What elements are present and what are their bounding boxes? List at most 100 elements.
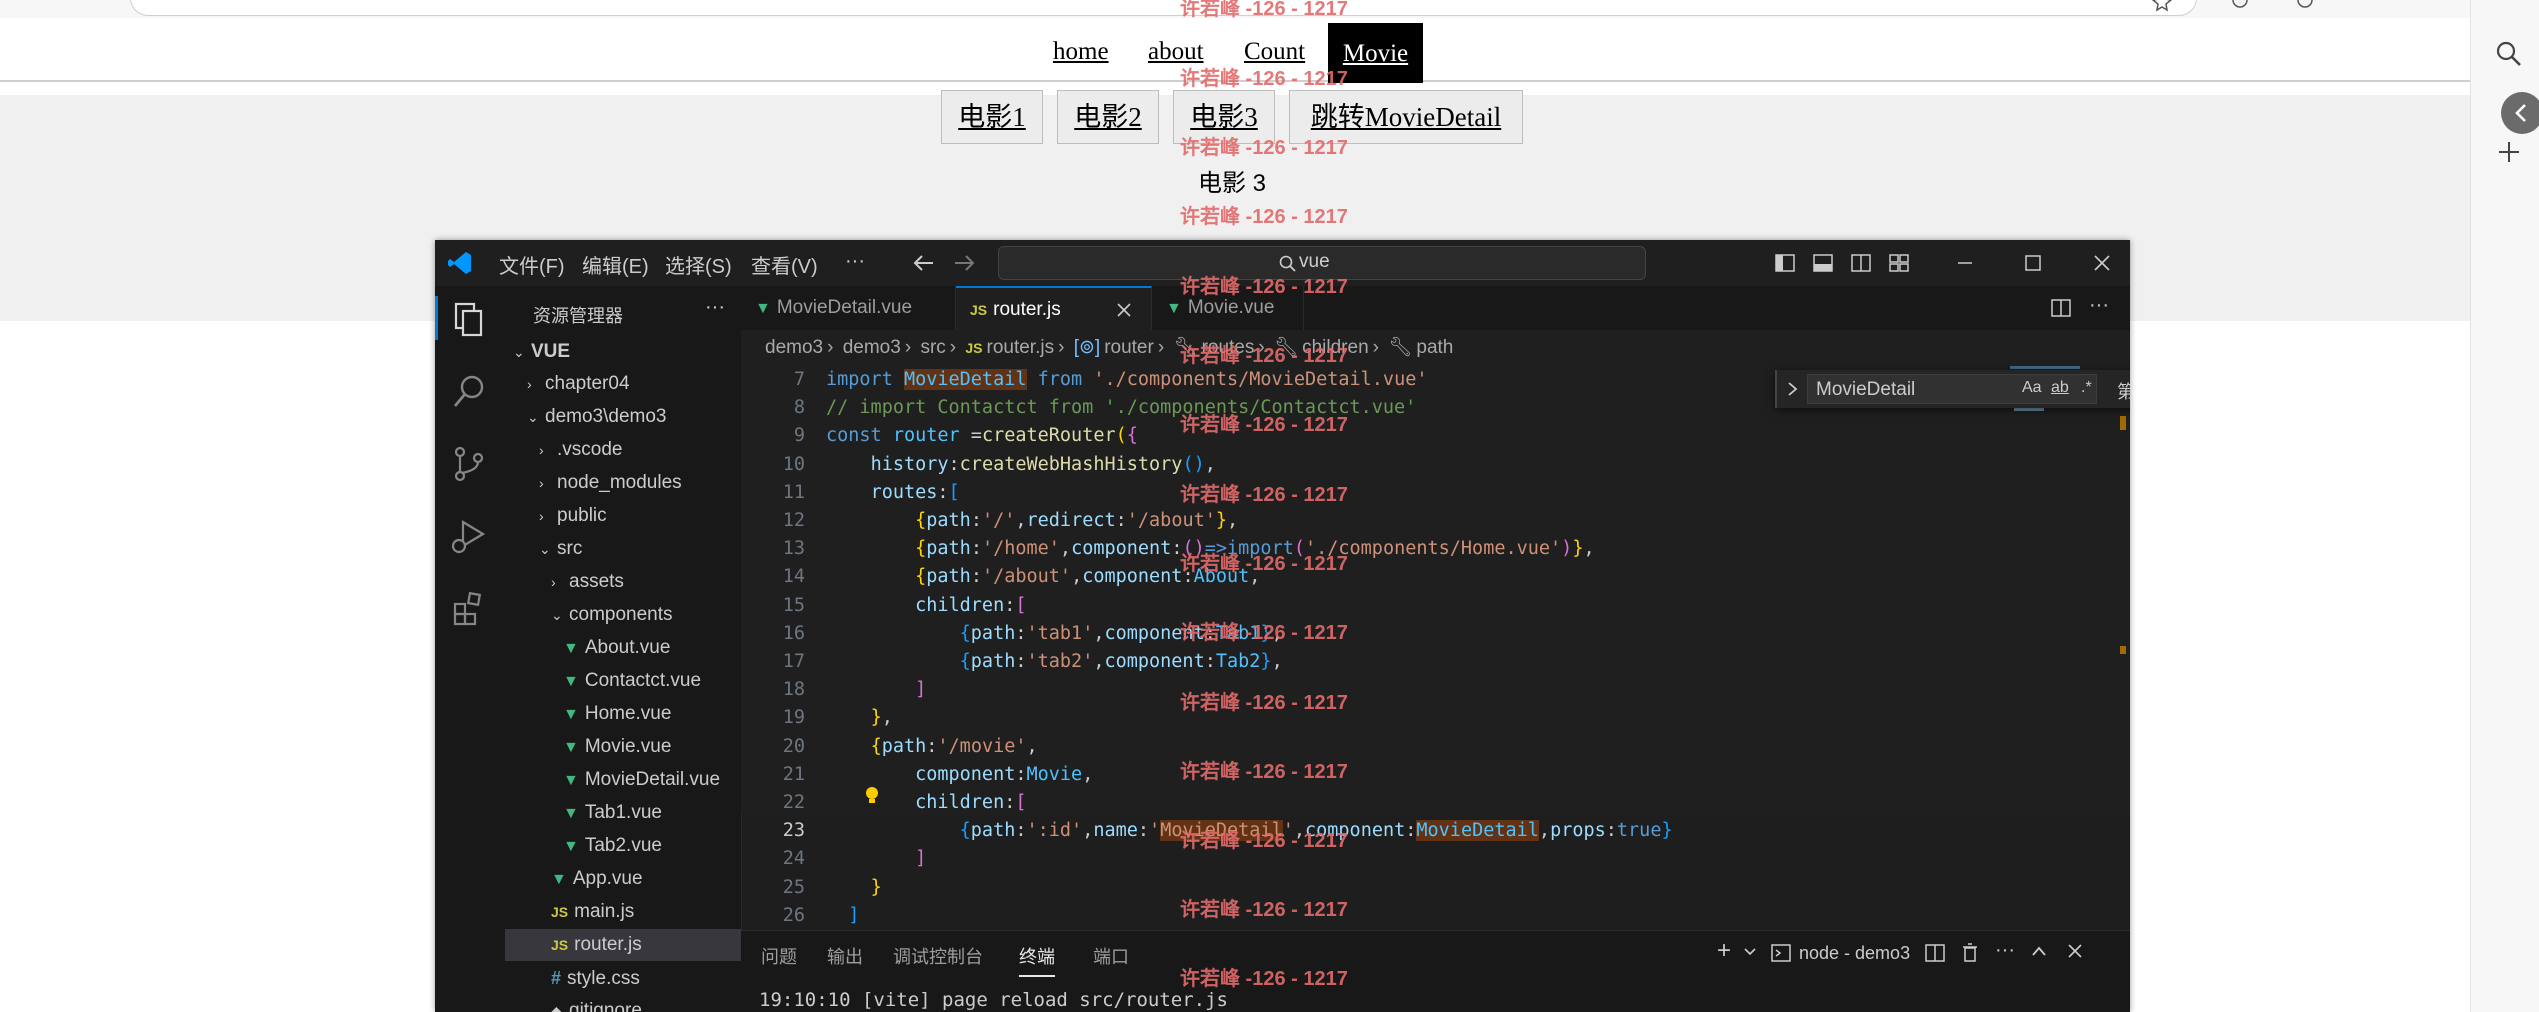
- tree-item[interactable]: ▼ About.vue: [505, 632, 741, 664]
- collapse-sidebar-button[interactable]: [2501, 92, 2539, 134]
- tree-item[interactable]: ▼ Home.vue: [505, 698, 741, 730]
- maximize-icon[interactable]: [2023, 254, 2043, 272]
- breadcrumb-item[interactable]: src: [920, 337, 945, 358]
- match-case-toggle[interactable]: Aa: [2022, 379, 2042, 397]
- tree-item[interactable]: › chapter04: [505, 368, 741, 400]
- tree-item[interactable]: ▼ MovieDetail.vue: [505, 764, 741, 796]
- explorer-icon[interactable]: [447, 298, 491, 342]
- menu-edit[interactable]: 编辑(E): [582, 250, 649, 279]
- tree-item[interactable]: JS router.js: [505, 929, 741, 961]
- chevron-down-icon[interactable]: [1743, 947, 1757, 957]
- tree-item[interactable]: ▼ Tab2.vue: [505, 830, 741, 862]
- line-number: 25: [782, 876, 805, 898]
- source-control-icon[interactable]: [447, 442, 491, 486]
- breadcrumb-item[interactable]: demo3: [843, 337, 901, 358]
- menu-view[interactable]: 查看(V): [751, 250, 818, 279]
- breadcrumb-item[interactable]: path: [1416, 337, 1453, 358]
- code-line: 21 component:Movie,: [741, 761, 2130, 789]
- tree-item[interactable]: ▼ Contactct.vue: [505, 665, 741, 697]
- settings-icon[interactable]: [2295, 0, 2315, 12]
- address-bar[interactable]: [130, 0, 2197, 16]
- panel-tab-problems[interactable]: 问题: [761, 943, 797, 969]
- tree-item[interactable]: › public: [505, 500, 741, 532]
- tree-item-label: demo3\demo3: [545, 406, 667, 427]
- whole-word-toggle[interactable]: ab: [2051, 379, 2069, 397]
- star-icon[interactable]: [2152, 0, 2172, 12]
- code-editor[interactable]: 7 import MovieDetail from './components/M…: [741, 366, 2130, 926]
- forward-arrow-icon[interactable]: [953, 254, 975, 272]
- tree-item[interactable]: ▼ App.vue: [505, 863, 741, 895]
- tree-item[interactable]: # style.css: [505, 962, 741, 994]
- movie-button-1[interactable]: 电影1: [941, 90, 1043, 144]
- trash-icon[interactable]: [1961, 943, 1979, 963]
- tree-item[interactable]: ⌄ demo3\demo3: [505, 401, 741, 433]
- split-editor-icon[interactable]: [2051, 299, 2071, 317]
- extensions-icon[interactable]: [447, 586, 491, 630]
- tree-item[interactable]: ⌄ src: [505, 533, 741, 565]
- tree-item-label: App.vue: [572, 868, 643, 889]
- chevron-up-icon[interactable]: [2031, 945, 2047, 957]
- split-terminal-icon[interactable]: [1925, 944, 1945, 962]
- terminal-icon: [1771, 944, 1791, 962]
- plus-icon[interactable]: [2497, 140, 2521, 164]
- explorer-more-button[interactable]: ···: [705, 296, 725, 319]
- close-icon[interactable]: [2092, 254, 2112, 272]
- terminal-name[interactable]: node - demo3: [1799, 943, 1910, 964]
- close-icon[interactable]: [2067, 943, 2083, 959]
- close-tab-icon[interactable]: [1116, 302, 1132, 318]
- chevron-right-icon: ›: [551, 574, 556, 590]
- lightbulb-icon[interactable]: [863, 785, 881, 805]
- minimize-icon[interactable]: [1955, 254, 1975, 272]
- nav-link-home[interactable]: home: [1053, 38, 1109, 66]
- toggle-panel-icon[interactable]: [1813, 254, 1833, 272]
- tree-item[interactable]: › assets: [505, 566, 741, 598]
- chevron-right-icon: ›: [539, 475, 544, 491]
- tree-item[interactable]: ◆ gitignore: [505, 995, 741, 1012]
- tree-item[interactable]: JS main.js: [505, 896, 741, 928]
- menu-selection[interactable]: 选择(S): [665, 250, 732, 279]
- vue-file-icon: ▼: [563, 805, 579, 822]
- tree-item-label: .vscode: [557, 439, 623, 460]
- vue-file-icon: ▼: [563, 706, 579, 723]
- editor-more-button[interactable]: ···: [2089, 294, 2109, 317]
- js-file-icon: JS: [551, 904, 569, 920]
- customize-layout-icon[interactable]: [1889, 254, 1909, 272]
- breadcrumb: demo3 › demo3 › src › JS router.js › [⊚] route…: [741, 330, 2130, 366]
- movie-button-2[interactable]: 电影2: [1057, 90, 1159, 144]
- menu-file[interactable]: 文件(F): [499, 250, 565, 279]
- tab-router-js[interactable]: JS router.js: [956, 286, 1152, 330]
- menu-more[interactable]: ···: [845, 250, 865, 273]
- tab-moviedetail-vue[interactable]: ▼ MovieDetail.vue: [741, 286, 956, 330]
- tree-item[interactable]: ▼ Tab1.vue: [505, 797, 741, 829]
- panel-more-button[interactable]: ···: [1995, 939, 2015, 962]
- panel-tab-terminal[interactable]: 终端: [1019, 943, 1055, 977]
- extensions-icon[interactable]: [2230, 0, 2250, 12]
- toggle-secondary-sidebar-icon[interactable]: [1851, 254, 1871, 272]
- code-line: 17 {path:'tab2',component:Tab2},: [741, 648, 2130, 676]
- search-icon[interactable]: [2495, 40, 2523, 68]
- tree-item[interactable]: › .vscode: [505, 434, 741, 466]
- run-debug-icon[interactable]: [447, 514, 491, 558]
- back-arrow-icon[interactable]: [913, 254, 935, 272]
- tree-item[interactable]: › node_modules: [505, 467, 741, 499]
- breadcrumb-item[interactable]: demo3: [741, 337, 823, 358]
- toggle-primary-sidebar-icon[interactable]: [1775, 254, 1795, 272]
- breadcrumb-item[interactable]: router.js: [987, 337, 1055, 358]
- new-terminal-icon[interactable]: +: [1717, 937, 1731, 965]
- workspace-root[interactable]: ⌄ VUE: [505, 336, 741, 368]
- tree-item[interactable]: ⌄ components: [505, 599, 741, 631]
- search-icon[interactable]: [447, 370, 491, 414]
- breadcrumb-item[interactable]: router: [1104, 337, 1154, 358]
- panel-tab-ports[interactable]: 端口: [1093, 943, 1129, 969]
- panel-tab-output[interactable]: 输出: [827, 943, 863, 969]
- regex-toggle[interactable]: .*: [2081, 379, 2092, 397]
- code-line: 23 {path:':id',name:'MovieDetail',compon…: [741, 817, 2130, 845]
- tree-item[interactable]: ▼ Movie.vue: [505, 731, 741, 763]
- watermark-text: 许若峰 -126 - 1217: [1180, 0, 1348, 20]
- chevron-down-icon: ⌄: [551, 607, 563, 623]
- panel-tab-debug-console[interactable]: 调试控制台: [893, 943, 983, 969]
- chevron-right-icon[interactable]: [1785, 381, 1799, 397]
- minimap[interactable]: [2000, 366, 2130, 814]
- tree-item-label: router.js: [574, 934, 642, 955]
- line-number: 23: [782, 820, 805, 842]
